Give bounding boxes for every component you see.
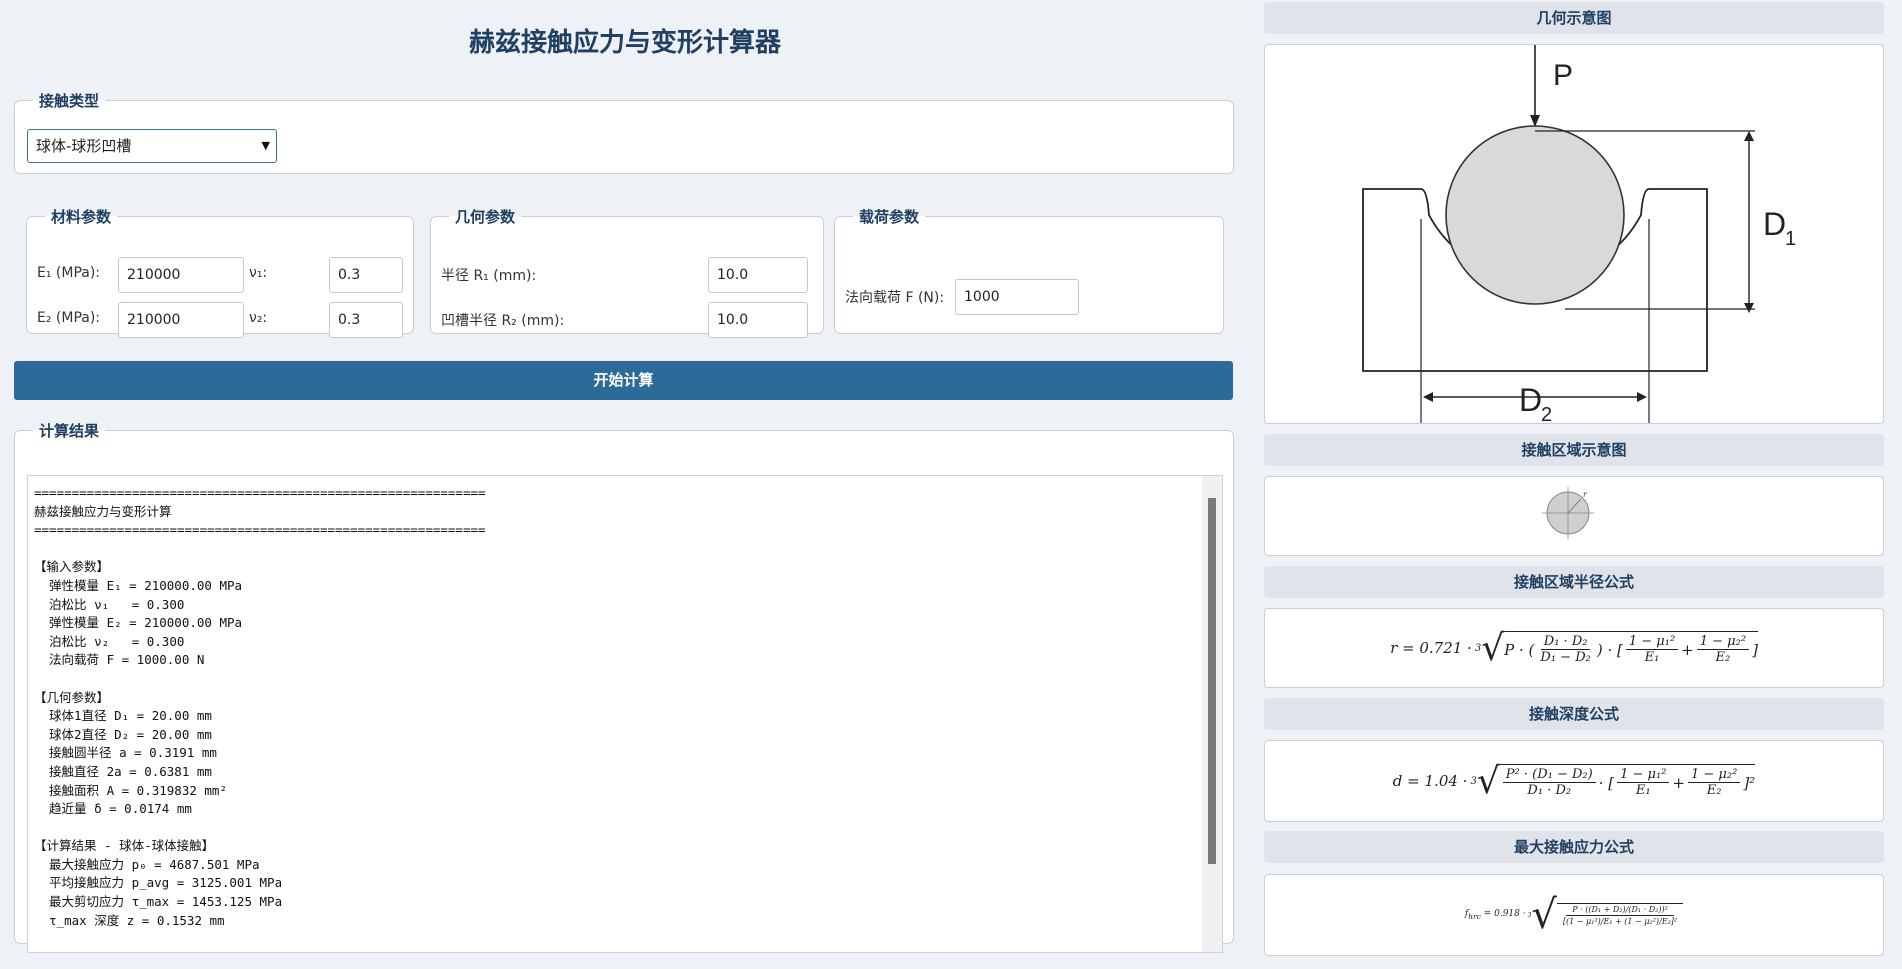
contact-type-select[interactable]: 球体-球形凹槽 ▼ [27,129,277,163]
load-params-group: 载荷参数 法向载荷 F (N): 1000 [834,206,1224,334]
stress-formula: fhrc = 0.918 · 3 √ P · ((D₁ + D₂)/(D₁ · … [1265,875,1883,955]
e1-label: E₁ (MPa): [37,265,101,281]
material-params-legend: 材料参数 [51,208,112,226]
r2-label: 凹槽半径 R₂ (mm): [441,313,565,329]
dropdown-arrow-icon: ▼ [261,139,270,152]
contact-type-value: 球体-球形凹槽 [36,137,132,155]
geometry-diagram-title: 几何示意图 [1264,2,1884,34]
d2-subscript: 2 [1541,404,1552,423]
e2-input[interactable]: 210000 [118,302,244,338]
contact-area-diagram: r [1542,487,1594,539]
geometry-params-group: 几何参数 半径 R₁ (mm): 10.0 凹槽半径 R₂ (mm): 10.0 [430,206,824,338]
material-params-group: 材料参数 E₁ (MPa): 210000 ν₁: 0.3 E₂ (MPa): … [26,206,414,338]
results-legend: 计算结果 [39,422,100,440]
results-scrollbar[interactable] [1202,476,1222,952]
stress-formula-title: 最大接触应力公式 [1264,831,1884,863]
v2-input[interactable]: 0.3 [329,302,403,338]
d1-label: D [1763,206,1786,242]
page-title: 赫兹接触应力与变形计算器 [468,28,781,58]
calculate-button[interactable]: 开始计算 [14,361,1233,400]
load-params-legend: 载荷参数 [859,208,920,226]
load-p-label: P [1553,59,1573,92]
stress-formula-panel: fhrc = 0.918 · 3 √ P · ((D₁ + D₂)/(D₁ · … [1264,874,1884,956]
d1-subscript: 1 [1785,228,1796,250]
scrollbar-thumb[interactable] [1208,498,1216,864]
geometry-diagram-panel: P D 1 D 2 [1264,44,1884,424]
d2-label: D [1519,382,1542,418]
r1-input[interactable]: 10.0 [708,257,808,293]
geometry-params-legend: 几何参数 [455,208,516,226]
e2-label: E₂ (MPa): [37,310,101,326]
radius-formula-title: 接触区域半径公式 [1264,566,1884,598]
ball-in-groove-diagram: P D 1 D 2 [1362,45,1796,423]
depth-formula-panel: d = 1.04 · 3 √ P² · (D₁ − D₂) D₁ · D₂ · [… [1264,740,1884,822]
v1-input[interactable]: 0.3 [329,257,403,293]
depth-formula-title: 接触深度公式 [1264,698,1884,730]
contact-area-title: 接触区域示意图 [1264,434,1884,466]
depth-formula: d = 1.04 · 3 √ P² · (D₁ − D₂) D₁ · D₂ · [… [1392,760,1756,802]
radius-formula-panel: r = 0.721 · 3 √ P · ( D₁ · D₂ D₁ − D₂ ) ·… [1264,608,1884,688]
contact-type-group: 接触类型 球体-球形凹槽 ▼ [14,90,1234,174]
results-textarea[interactable]: ========================================… [27,475,1223,953]
main-panel: 赫兹接触应力与变形计算器 接触类型 球体-球形凹槽 ▼ 材料参数 E₁ (MPa… [0,0,1250,969]
results-text: ========================================… [34,485,486,952]
radius-formula: r = 0.721 · 3 √ P · ( D₁ · D₂ D₁ − D₂ ) ·… [1390,627,1758,669]
r2-input[interactable]: 10.0 [708,302,808,338]
radius-r-label: r [1583,490,1588,499]
v2-label: ν₂: [249,310,268,326]
results-group: 计算结果 ===================================… [14,420,1234,953]
force-label: 法向载荷 F (N): [845,290,945,306]
e1-input[interactable]: 210000 [118,257,244,293]
force-input[interactable]: 1000 [955,279,1079,315]
r1-label: 半径 R₁ (mm): [441,268,537,284]
contact-area-panel: r [1264,476,1884,556]
right-panel: 几何示意图 P D 1 D 2 接触区域示意图 r 接触区域半径公式 r = 0… [1264,0,1884,969]
v1-label: ν₁: [249,265,268,281]
contact-type-legend: 接触类型 [39,92,100,110]
